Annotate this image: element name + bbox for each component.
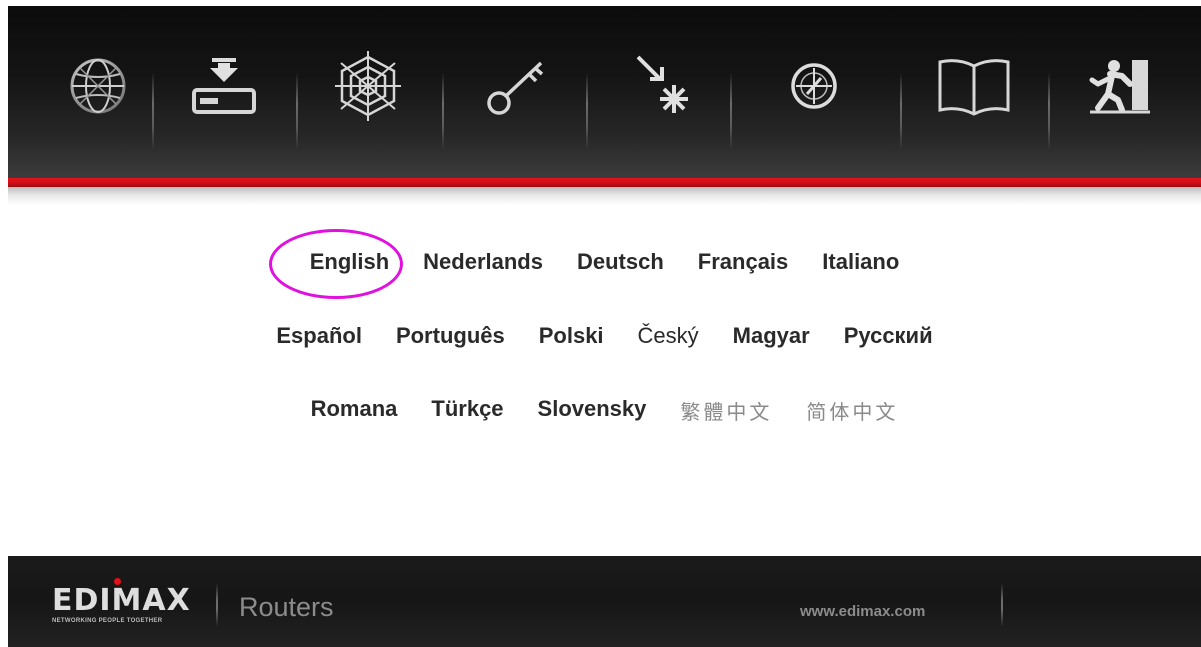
toolbar-separator (586, 72, 588, 150)
lang-nederlands[interactable]: Nederlands (423, 249, 543, 275)
brand-logo: EDIMAX NETWORKING PEOPLE TOGETHER (52, 578, 202, 624)
footer-bar: EDIMAX NETWORKING PEOPLE TOGETHER Router… (8, 556, 1201, 647)
lang-portugues[interactable]: Português (396, 323, 505, 349)
language-row: Español Português Polski Český Magyar Pу… (8, 323, 1201, 349)
globe-icon[interactable] (58, 46, 138, 126)
lang-espanol[interactable]: Español (276, 323, 362, 349)
language-selector: English Nederlands Deutsch Français Ital… (8, 205, 1201, 555)
compass-icon[interactable] (774, 46, 854, 126)
brand-name: EDIMAX (52, 583, 191, 618)
highlighted-language: English (268, 229, 406, 299)
top-toolbar (8, 6, 1201, 178)
lang-magyar[interactable]: Magyar (733, 323, 810, 349)
toolbar-separator (1048, 72, 1050, 150)
key-icon[interactable] (476, 46, 556, 126)
lang-italiano[interactable]: Italiano (822, 249, 899, 275)
web-icon[interactable] (328, 46, 408, 126)
lang-simplified-chinese[interactable]: 简体中文 (806, 396, 898, 425)
toolbar-separator (296, 72, 298, 150)
lang-romana[interactable]: Romana (311, 396, 398, 425)
toolbar-separator (900, 72, 902, 150)
website-link[interactable]: www.edimax.com (800, 603, 925, 620)
footer-separator (1001, 583, 1003, 627)
toolbar-separator (152, 72, 154, 150)
installer-window: English Nederlands Deutsch Français Ital… (8, 6, 1201, 647)
exit-icon[interactable] (1080, 46, 1160, 126)
lang-slovensky[interactable]: Slovensky (538, 396, 647, 425)
lang-traditional-chinese[interactable]: 繁體中文 (680, 396, 772, 425)
spark-icon[interactable] (622, 46, 702, 126)
lang-english[interactable]: English (310, 249, 389, 274)
accent-stripe (8, 178, 1201, 187)
language-row: English Nederlands Deutsch Français Ital… (8, 229, 1201, 299)
lang-russian[interactable]: Pусский (844, 323, 933, 349)
language-row: Romana Türkçe Slovensky 繁體中文 简体中文 (8, 396, 1201, 425)
product-line: Routers (239, 592, 334, 622)
lang-francais[interactable]: Français (698, 249, 789, 275)
logo-dot (114, 578, 121, 585)
toolbar-separator (442, 72, 444, 150)
lang-deutsch[interactable]: Deutsch (577, 249, 664, 275)
lang-polski[interactable]: Polski (539, 323, 604, 349)
brand-tagline: NETWORKING PEOPLE TOGETHER (52, 618, 163, 624)
footer-separator (216, 583, 218, 627)
lang-turkce[interactable]: Türkçe (431, 396, 503, 425)
lang-cesky[interactable]: Český (638, 323, 699, 349)
stripe-shadow (8, 187, 1201, 205)
book-icon[interactable] (934, 46, 1014, 126)
toolbar-separator (730, 72, 732, 150)
download-icon[interactable] (184, 46, 264, 126)
